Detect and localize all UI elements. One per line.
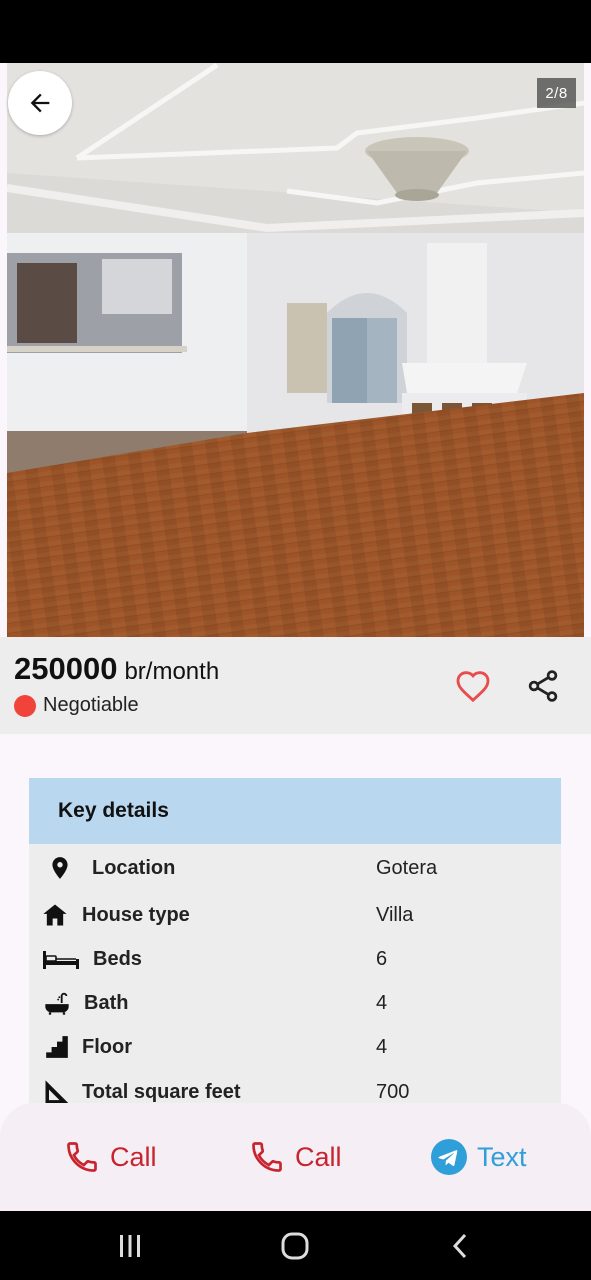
house-icon bbox=[39, 899, 71, 931]
share-button[interactable] bbox=[520, 663, 566, 709]
bed-icon bbox=[42, 943, 80, 975]
price-amount: 250000 bbox=[14, 651, 118, 686]
text-button[interactable]: Text bbox=[431, 1133, 527, 1181]
recent-apps-button[interactable] bbox=[110, 1228, 150, 1264]
detail-label: House type bbox=[82, 904, 190, 926]
detail-value: Gotera bbox=[376, 857, 438, 879]
contact-action-bar: Call Call Text bbox=[0, 1103, 591, 1211]
detail-row-location: Location Gotera bbox=[29, 848, 561, 888]
share-icon bbox=[528, 670, 558, 702]
detail-label: Bath bbox=[84, 992, 129, 1014]
detail-value: Villa bbox=[376, 904, 414, 926]
call-button-1[interactable]: Call bbox=[64, 1133, 157, 1181]
detail-row-house-type: House type Villa bbox=[29, 895, 561, 935]
negotiable-dot-icon bbox=[14, 694, 36, 717]
stairs-icon bbox=[41, 1031, 73, 1063]
telegram-icon bbox=[431, 1139, 467, 1175]
detail-label: Location bbox=[92, 857, 176, 879]
call-label: Call bbox=[295, 1141, 342, 1172]
home-button[interactable] bbox=[275, 1228, 315, 1264]
call-label: Call bbox=[110, 1141, 157, 1172]
key-details-header: Key details bbox=[29, 778, 561, 844]
chevron-left-icon bbox=[452, 1233, 467, 1259]
call-button-2[interactable]: Call bbox=[249, 1133, 342, 1181]
listing-screen: 2/8 250000 br/month Negotiable Key detai… bbox=[0, 63, 591, 1211]
key-details-title: Key details bbox=[58, 799, 169, 822]
detail-row-floor: Floor 4 bbox=[29, 1027, 561, 1067]
home-icon bbox=[281, 1232, 309, 1260]
detail-label: Floor bbox=[82, 1036, 132, 1058]
detail-label: Beds bbox=[93, 948, 142, 970]
detail-value: 4 bbox=[376, 992, 388, 1014]
back-button[interactable] bbox=[8, 71, 72, 135]
phone-icon bbox=[67, 1142, 97, 1172]
bathtub-icon bbox=[41, 987, 73, 1019]
image-counter: 2/8 bbox=[537, 78, 576, 108]
price: 250000 br/month bbox=[14, 651, 219, 687]
system-navigation-bar bbox=[0, 1211, 591, 1280]
detail-row-bath: Bath 4 bbox=[29, 983, 561, 1023]
price-unit: br/month bbox=[124, 658, 220, 685]
back-nav-button[interactable] bbox=[440, 1228, 480, 1264]
location-pin-icon bbox=[44, 852, 76, 884]
detail-row-beds: Beds 6 bbox=[29, 939, 561, 979]
interior-photo bbox=[7, 63, 584, 637]
detail-value: 6 bbox=[376, 948, 388, 970]
negotiable-label: Negotiable bbox=[43, 694, 139, 716]
text-label: Text bbox=[477, 1141, 527, 1172]
detail-label: Total square feet bbox=[82, 1081, 241, 1103]
detail-value: 700 bbox=[376, 1081, 410, 1103]
listing-photo[interactable] bbox=[7, 63, 584, 637]
status-bar bbox=[0, 0, 591, 63]
negotiable-badge: Negotiable bbox=[14, 694, 139, 717]
recent-apps-icon bbox=[120, 1235, 140, 1257]
phone-icon bbox=[252, 1142, 282, 1172]
heart-icon bbox=[456, 671, 490, 703]
price-section: 250000 br/month Negotiable bbox=[0, 637, 591, 734]
favorite-button[interactable] bbox=[450, 663, 496, 709]
arrow-left-icon bbox=[30, 93, 50, 113]
detail-value: 4 bbox=[376, 1036, 388, 1058]
